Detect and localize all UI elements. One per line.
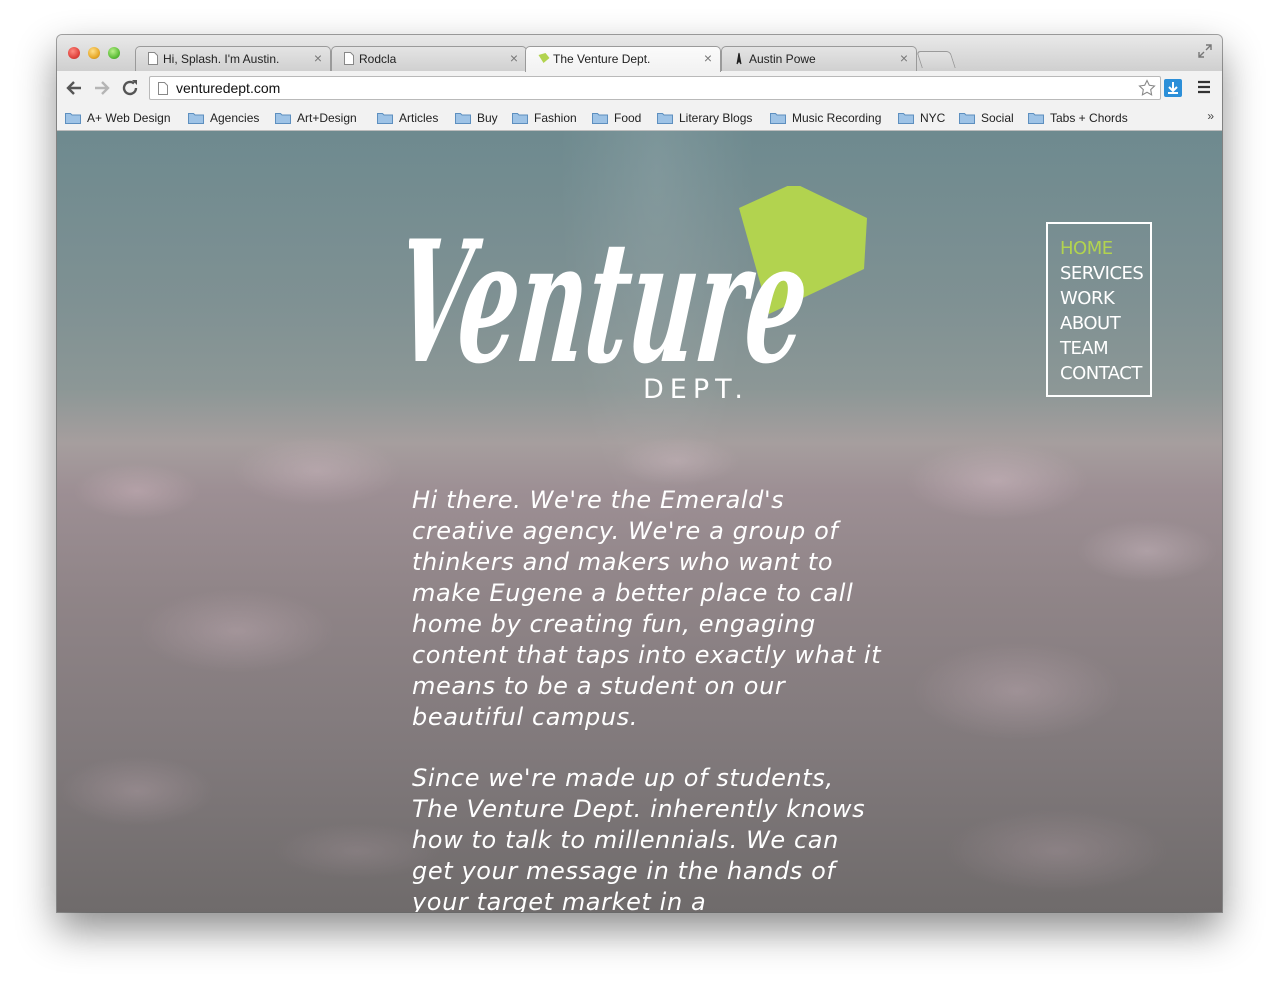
close-tab-icon[interactable]: × [510, 50, 518, 66]
bookmark-folder[interactable]: Literary Blogs [657, 109, 752, 126]
tab-rodcla[interactable]: Rodcla × [331, 46, 527, 71]
bookmark-folder[interactable]: A+ Web Design [65, 109, 171, 126]
nav-services[interactable]: SERVICES [1060, 261, 1150, 286]
forward-arrow-icon[interactable] [92, 78, 112, 98]
nav-work[interactable]: WORK [1060, 286, 1150, 311]
folder-icon [657, 112, 673, 124]
folder-icon [1028, 112, 1044, 124]
main-nav: HOME SERVICES WORK ABOUT TEAM CONTACT [1046, 222, 1152, 397]
intro-paragraph: Hi there. We're the Emerald's creative a… [412, 486, 882, 731]
close-tab-icon[interactable]: × [900, 50, 908, 66]
reload-icon[interactable] [120, 78, 140, 98]
tab-title: Austin Powe [749, 52, 816, 66]
bookmarks-overflow-chevron[interactable]: » [1207, 109, 1214, 123]
bookmark-star-icon[interactable] [1138, 79, 1156, 97]
folder-icon [959, 112, 975, 124]
intro-copy: Hi there. We're the Emerald's creative a… [412, 485, 882, 912]
zoom-window-button[interactable] [108, 47, 120, 59]
logo-wordmark: Venture [409, 203, 817, 400]
tab-venture-dept[interactable]: The Venture Dept. × [525, 46, 721, 72]
nav-about[interactable]: ABOUT [1060, 311, 1150, 336]
minimize-window-button[interactable] [88, 47, 100, 59]
bookmark-folder[interactable]: Art+Design [275, 109, 357, 126]
bookmark-folder[interactable]: Buy [455, 109, 498, 126]
bookmark-label: Buy [477, 110, 498, 125]
close-tab-icon[interactable]: × [314, 50, 322, 66]
bookmark-label: Food [614, 110, 642, 125]
bookmark-folder[interactable]: Agencies [188, 109, 259, 126]
venture-favicon-icon [538, 53, 550, 63]
bookmark-label: Articles [399, 110, 439, 125]
logo-graphic: Venture [409, 186, 867, 401]
folder-icon [512, 112, 528, 124]
bookmark-folder[interactable]: NYC [898, 109, 945, 126]
browser-toolbar: venturedept.com [57, 71, 1222, 106]
tab-austin-powe[interactable]: Austin Powe × [721, 46, 917, 71]
bookmark-label: Fashion [534, 110, 577, 125]
bookmark-folder[interactable]: Social [959, 109, 1014, 126]
download-icon[interactable] [1164, 79, 1182, 97]
page-icon [344, 52, 354, 65]
intro-paragraph: Since we're made up of students, The Ven… [412, 764, 866, 912]
tab-title: The Venture Dept. [553, 52, 651, 66]
bookmark-label: Literary Blogs [679, 110, 753, 125]
folder-icon [65, 112, 81, 124]
tab-title: Rodcla [359, 52, 397, 66]
bookmark-label: NYC [920, 110, 946, 125]
bookmarks-bar: A+ Web Design Agencies Art+Design Articl… [57, 105, 1222, 131]
bookmark-label: Tabs + Chords [1050, 110, 1128, 125]
page-icon [158, 82, 168, 95]
folder-icon [188, 112, 204, 124]
venture-dept-logo[interactable]: Venture DEPT. [409, 186, 869, 446]
nav-contact[interactable]: CONTACT [1060, 361, 1150, 386]
bookmark-folder[interactable]: Articles [377, 109, 438, 126]
folder-icon [377, 112, 393, 124]
bookmark-folder[interactable]: Food [592, 109, 641, 126]
folder-icon [770, 112, 786, 124]
bookmark-label: Agencies [210, 110, 260, 125]
back-arrow-icon[interactable] [64, 78, 84, 98]
bookmark-label: A+ Web Design [87, 110, 171, 125]
new-tab-button[interactable] [916, 51, 956, 68]
logo-subtitle: DEPT. [643, 374, 750, 405]
folder-icon [275, 112, 291, 124]
url-text[interactable]: venturedept.com [176, 80, 280, 96]
nav-home[interactable]: HOME [1060, 236, 1150, 261]
tab-splash[interactable]: Hi, Splash. I'm Austin. × [135, 46, 331, 71]
web-page: Venture DEPT. HOME SERVICES WORK ABOUT T… [57, 131, 1222, 912]
close-tab-icon[interactable]: × [704, 50, 712, 66]
page-icon [148, 52, 158, 65]
person-favicon-icon [736, 52, 742, 65]
bookmark-folder[interactable]: Music Recording [770, 109, 881, 126]
folder-icon [592, 112, 608, 124]
address-bar[interactable]: venturedept.com [149, 76, 1161, 100]
bookmark-folder[interactable]: Tabs + Chords [1028, 109, 1128, 126]
bookmark-label: Art+Design [297, 110, 357, 125]
bookmark-label: Music Recording [792, 110, 882, 125]
folder-icon [455, 112, 471, 124]
bookmark-folder[interactable]: Fashion [512, 109, 577, 126]
menu-icon[interactable] [1197, 80, 1211, 94]
fullscreen-icon[interactable] [1198, 44, 1212, 58]
tab-strip: Hi, Splash. I'm Austin. × Rodcla × The V… [57, 35, 1222, 72]
tab-title: Hi, Splash. I'm Austin. [163, 52, 280, 66]
close-window-button[interactable] [68, 47, 80, 59]
folder-icon [898, 112, 914, 124]
nav-team[interactable]: TEAM [1060, 336, 1150, 361]
bookmark-label: Social [981, 110, 1014, 125]
browser-window: Hi, Splash. I'm Austin. × Rodcla × The V… [57, 35, 1222, 912]
